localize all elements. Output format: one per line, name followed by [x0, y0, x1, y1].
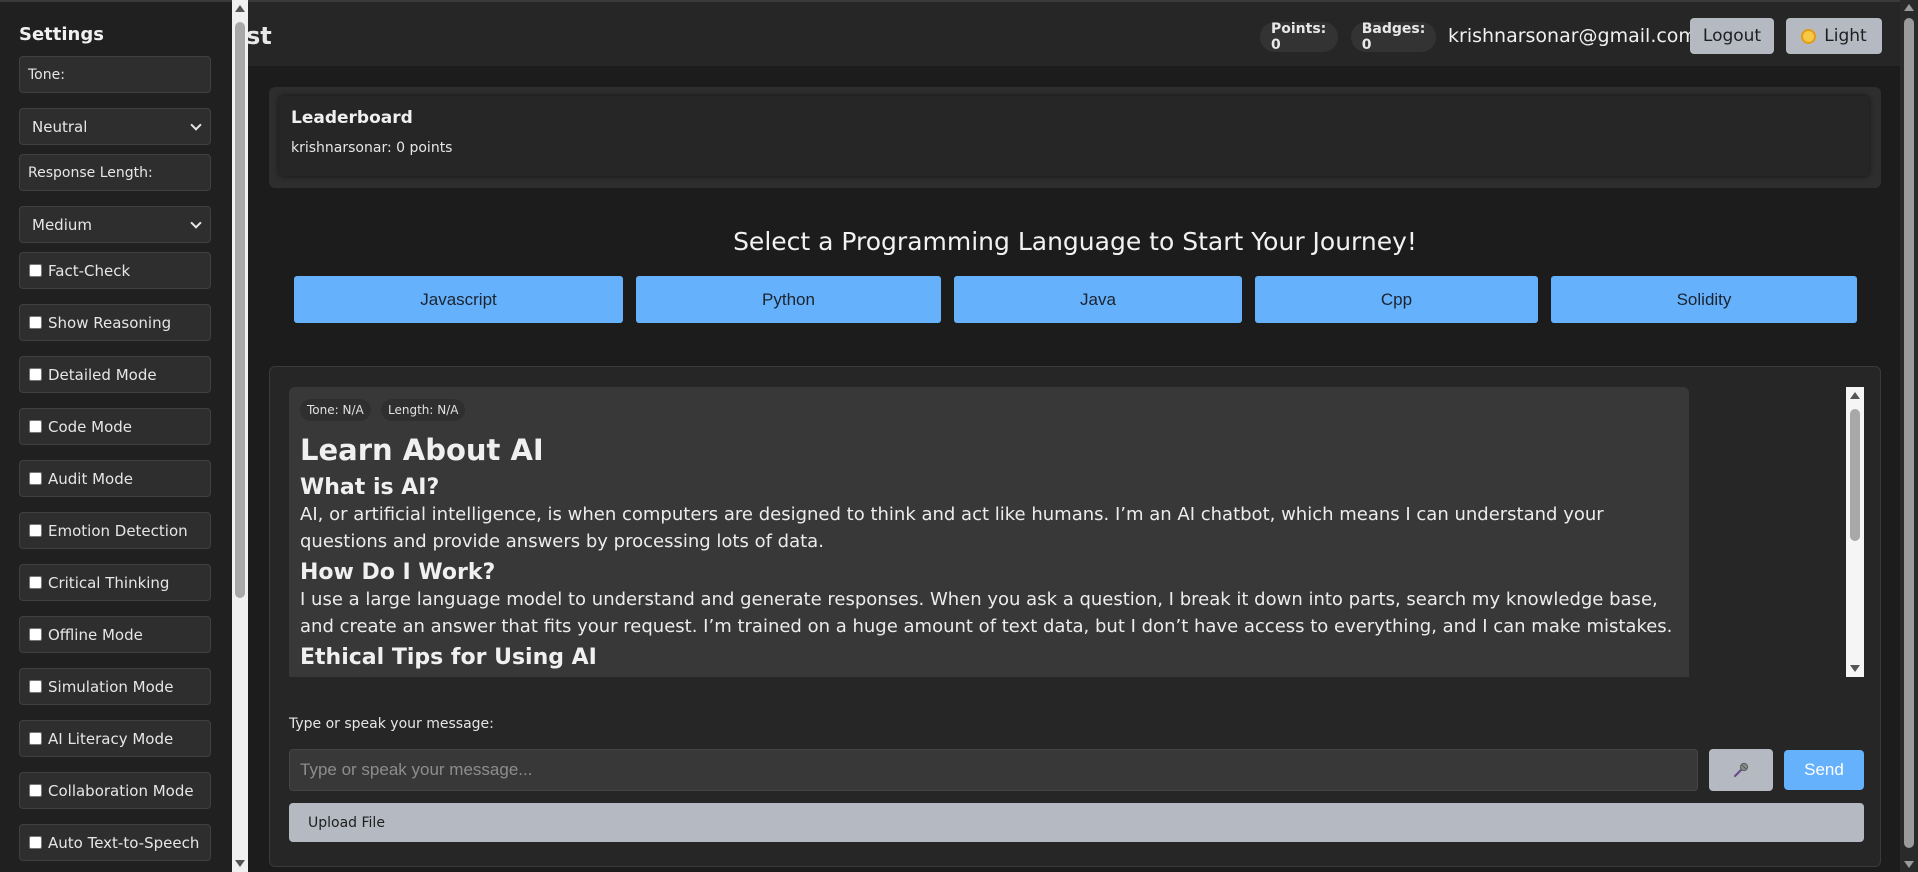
language-button-solidity[interactable]: Solidity [1551, 276, 1857, 323]
scroll-down-arrow-icon[interactable] [1904, 861, 1914, 868]
theme-toggle-button[interactable]: Light [1786, 18, 1882, 54]
message-input-label: Type or speak your message: [289, 716, 494, 732]
chat-panel: Tone: N/A Length: N/A Learn About AI Wha… [269, 366, 1881, 867]
length-tag: Length: N/A [381, 399, 466, 421]
message-section-body: AI, or artificial intelligence, is when … [300, 504, 1604, 552]
language-button-python[interactable]: Python [636, 276, 941, 323]
microphone-button[interactable] [1709, 749, 1773, 791]
logout-button[interactable]: Logout [1690, 18, 1774, 54]
checkbox-ai-literacy-mode[interactable]: AI Literacy Mode [19, 720, 211, 757]
theme-toggle-label: Light [1824, 26, 1867, 46]
sun-icon [1801, 28, 1817, 44]
checkbox-box[interactable] [29, 524, 42, 537]
checkbox-audit-mode[interactable]: Audit Mode [19, 460, 211, 497]
checkbox-label: Emotion Detection [48, 521, 188, 540]
tone-select-value: Neutral [32, 117, 88, 136]
scroll-up-arrow-icon[interactable] [1904, 4, 1914, 11]
sidebar-title: Settings [19, 24, 104, 45]
checkbox-label: Show Reasoning [48, 313, 172, 332]
app-title: st [246, 22, 272, 50]
checkbox-fact-check[interactable]: Fact-Check [19, 252, 211, 289]
checkbox-box[interactable] [29, 732, 42, 745]
language-button-java[interactable]: Java [954, 276, 1242, 323]
chevron-down-icon [190, 118, 202, 131]
checkbox-label: Auto Text-to-Speech [48, 833, 200, 852]
scroll-down-arrow-icon[interactable] [235, 860, 245, 867]
checkbox-auto-text-to-speech[interactable]: Auto Text-to-Speech [19, 824, 211, 861]
checkbox-simulation-mode[interactable]: Simulation Mode [19, 668, 211, 705]
checkbox-box[interactable] [29, 420, 42, 433]
leaderboard-title: Leaderboard [291, 108, 413, 128]
tone-tag: Tone: N/A [300, 399, 371, 421]
checkbox-box[interactable] [29, 784, 42, 797]
checkbox-box[interactable] [29, 576, 42, 589]
checkbox-label: Critical Thinking [48, 573, 170, 592]
top-header: st Points: 0 Badges: 0 krishnarsonar@gma… [0, 0, 1900, 66]
checkbox-offline-mode[interactable]: Offline Mode [19, 616, 211, 653]
checkbox-label: Code Mode [48, 417, 133, 436]
message-input[interactable] [289, 749, 1698, 791]
message-section-heading: Ethical Tips for Using AI [300, 645, 597, 670]
checkbox-box[interactable] [29, 680, 42, 693]
message-section-heading: What is AI? [300, 475, 440, 500]
microphone-icon [1733, 762, 1749, 778]
sidebar-scrollbar[interactable] [232, 0, 248, 872]
checkbox-label: Collaboration Mode [48, 781, 194, 800]
leaderboard-entry: krishnarsonar: 0 points [291, 140, 453, 156]
checkbox-label: Fact-Check [48, 261, 131, 280]
message-title: Learn About AI [300, 433, 544, 467]
checkbox-box[interactable] [29, 368, 42, 381]
checkbox-label: Simulation Mode [48, 677, 174, 696]
checkbox-collaboration-mode[interactable]: Collaboration Mode [19, 772, 211, 809]
response-length-select[interactable]: Medium [19, 206, 211, 243]
chevron-down-icon [190, 216, 202, 229]
checkbox-critical-thinking[interactable]: Critical Thinking [19, 564, 211, 601]
checkbox-show-reasoning[interactable]: Show Reasoning [19, 304, 211, 341]
checkbox-box[interactable] [29, 264, 42, 277]
scrollbar-thumb[interactable] [1850, 409, 1860, 541]
bot-message: Tone: N/A Length: N/A Learn About AI Wha… [289, 387, 1689, 677]
user-email: krishnarsonar@gmail.com [1448, 25, 1697, 47]
scrollbar-thumb[interactable] [235, 22, 245, 598]
language-button-cpp[interactable]: Cpp [1255, 276, 1538, 323]
upload-file-button[interactable]: Upload File [289, 803, 1864, 842]
checkbox-box[interactable] [29, 628, 42, 641]
message-section-heading: How Do I Work? [300, 560, 496, 585]
checkbox-emotion-detection[interactable]: Emotion Detection [19, 512, 211, 549]
send-button[interactable]: Send [1784, 750, 1864, 790]
scroll-up-arrow-icon[interactable] [1850, 392, 1860, 399]
points-badge: Points: 0 [1260, 21, 1338, 53]
checkbox-label: AI Literacy Mode [48, 729, 174, 748]
leaderboard-panel: Leaderboard krishnarsonar: 0 points [269, 87, 1881, 188]
tone-select[interactable]: Neutral [19, 108, 211, 145]
language-select-heading: Select a Programming Language to Start Y… [733, 227, 1417, 256]
scrollbar-thumb[interactable] [1904, 18, 1914, 848]
message-scrollbar[interactable] [1846, 387, 1864, 677]
checkbox-box[interactable] [29, 836, 42, 849]
response-length-label: Response Length: [19, 154, 211, 191]
message-section-body: I use a large language model to understa… [300, 589, 1673, 637]
window-scrollbar[interactable] [1900, 0, 1918, 872]
checkbox-label: Offline Mode [48, 625, 143, 644]
response-length-select-value: Medium [32, 215, 92, 234]
settings-sidebar: Settings Tone: Neutral Response Length: … [0, 0, 232, 872]
scroll-up-arrow-icon[interactable] [235, 5, 245, 12]
leaderboard-card: Leaderboard krishnarsonar: 0 points [279, 96, 1869, 176]
tone-label: Tone: [19, 56, 211, 93]
checkbox-detailed-mode[interactable]: Detailed Mode [19, 356, 211, 393]
language-button-javascript[interactable]: Javascript [294, 276, 623, 323]
scroll-down-arrow-icon[interactable] [1850, 665, 1860, 672]
checkbox-label: Detailed Mode [48, 365, 157, 384]
checkbox-code-mode[interactable]: Code Mode [19, 408, 211, 445]
checkbox-label: Audit Mode [48, 469, 133, 488]
checkbox-box[interactable] [29, 472, 42, 485]
badges-count-badge: Badges: 0 [1351, 21, 1436, 53]
checkbox-box[interactable] [29, 316, 42, 329]
